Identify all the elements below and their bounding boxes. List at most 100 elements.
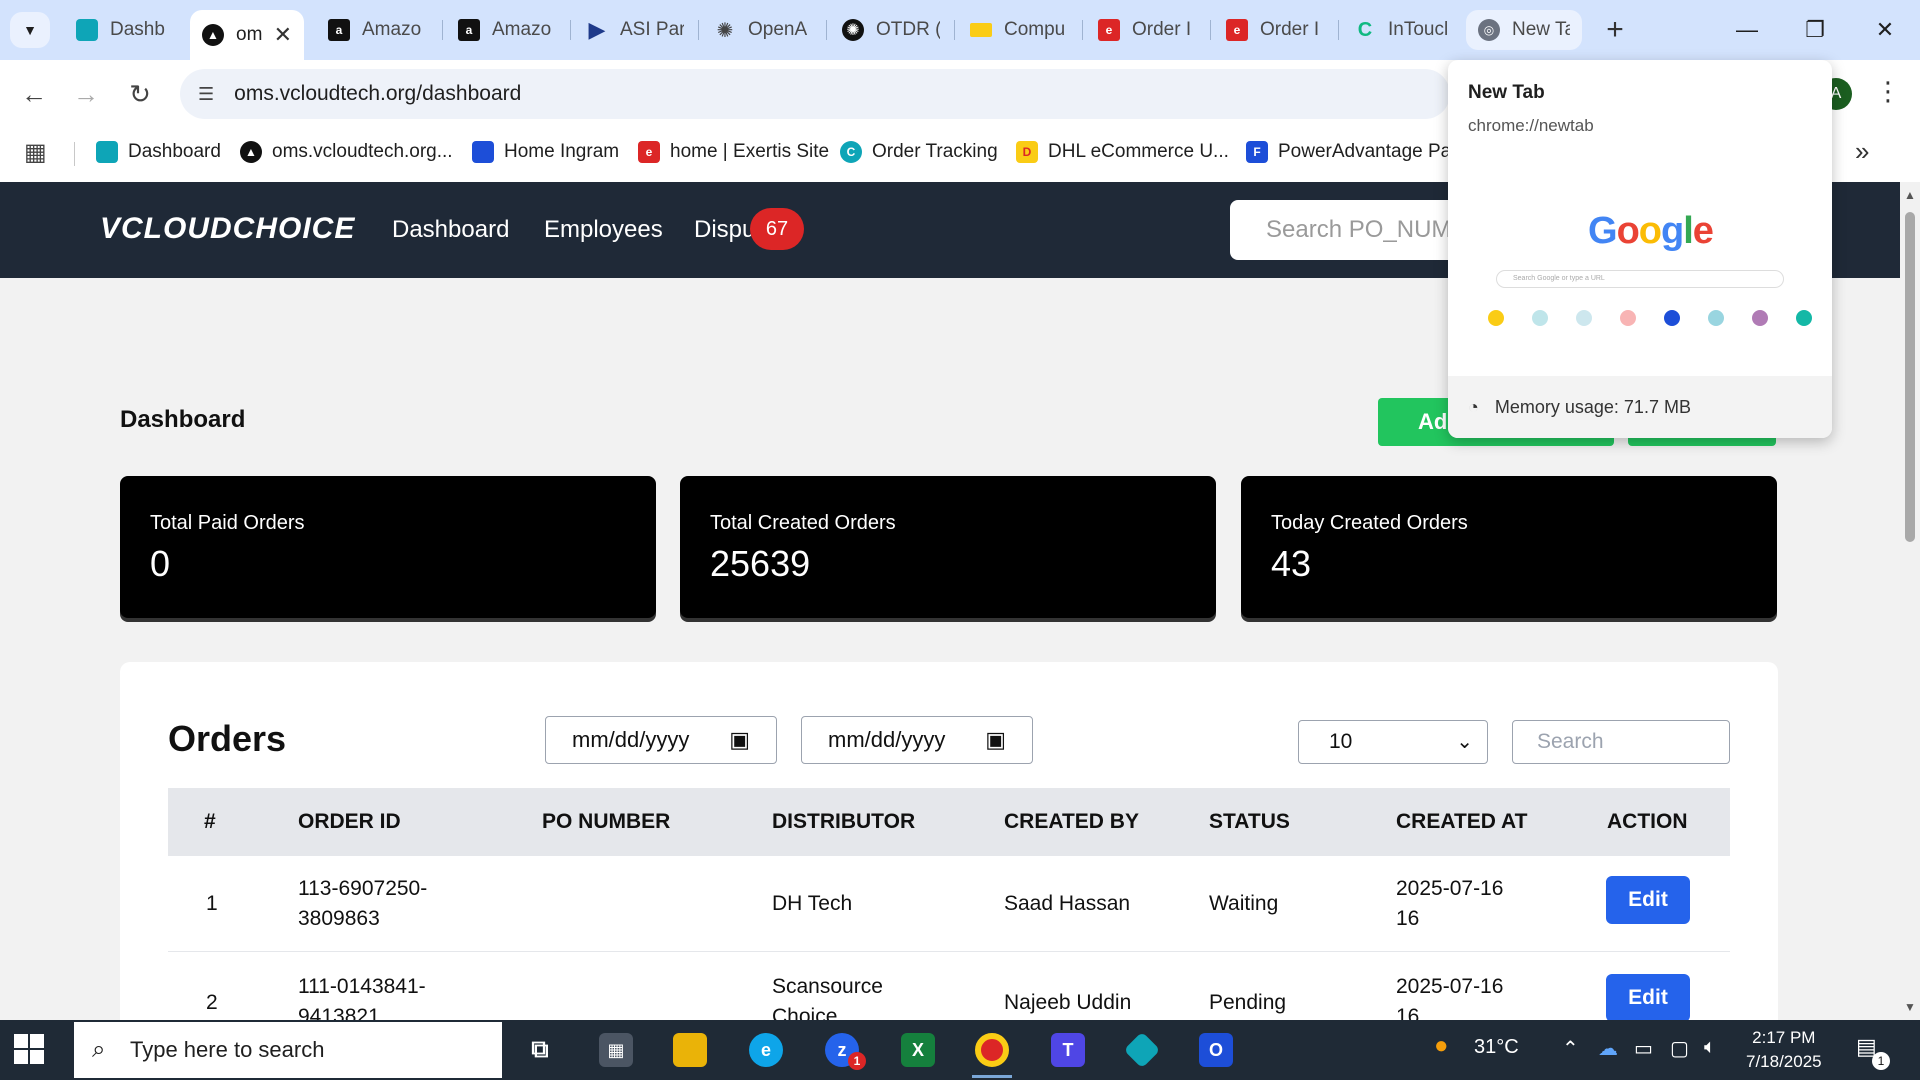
tab-title: om bbox=[236, 24, 263, 45]
scroll-down-icon[interactable]: ▼ bbox=[1904, 1000, 1916, 1014]
tab-separator bbox=[1210, 20, 1211, 40]
calendar-icon[interactable]: ▣ bbox=[985, 727, 1006, 753]
bookmark-oms[interactable]: ▲ oms.vcloudtech.org... bbox=[240, 136, 453, 168]
distributor-line: Scansource bbox=[772, 975, 883, 998]
calculator-icon: ▦ bbox=[599, 1033, 633, 1067]
tray-chevron-up-icon[interactable]: ⌃ bbox=[1562, 1036, 1579, 1061]
bookmark-label: Home Ingram bbox=[504, 141, 620, 162]
tab-order-2[interactable]: e Order I bbox=[1214, 10, 1336, 50]
tab-otdr[interactable]: ✺ OTDR ( bbox=[830, 10, 952, 50]
restore-button[interactable]: ❐ bbox=[1790, 10, 1840, 50]
tab-strip: ▼ Dashb ▲ om ✕ a Amazo a Amazo ▶ ASI Par… bbox=[0, 0, 1920, 60]
tracking-icon: C bbox=[840, 141, 862, 163]
bookmark-label: Order Tracking bbox=[872, 141, 998, 162]
new-tab-button[interactable]: + bbox=[1597, 12, 1633, 48]
nav-dashboard[interactable]: Dashboard bbox=[392, 216, 509, 244]
per-page-select[interactable]: 10 ⌄ bbox=[1298, 720, 1488, 764]
tab-new-tab[interactable]: ◎ New Ta bbox=[1466, 10, 1582, 50]
scrollbar-thumb[interactable] bbox=[1905, 212, 1915, 542]
tab-order-1[interactable]: e Order I bbox=[1086, 10, 1208, 50]
zoom-badge: 1 bbox=[848, 1052, 866, 1070]
tab-openai[interactable]: ✺ OpenA bbox=[702, 10, 824, 50]
outlook-app[interactable]: O bbox=[1192, 1026, 1240, 1074]
start-button[interactable] bbox=[14, 1034, 44, 1064]
minimize-button[interactable]: — bbox=[1722, 10, 1772, 50]
calendar-icon[interactable]: ▣ bbox=[729, 727, 750, 753]
tab-dashboard[interactable]: Dashb bbox=[64, 10, 188, 50]
ingram-icon bbox=[472, 141, 494, 163]
edit-button[interactable]: Edit bbox=[1606, 974, 1690, 1020]
nav-disputes[interactable]: Dispu bbox=[694, 216, 755, 244]
date-to-input[interactable]: mm/dd/yyyy ▣ bbox=[801, 716, 1033, 764]
calculator-app[interactable]: ▦ bbox=[592, 1026, 640, 1074]
tab-oms-active[interactable]: ▲ om ✕ bbox=[190, 10, 304, 60]
stat-card-today: Today Created Orders 43 bbox=[1241, 476, 1777, 618]
created-at-line: 16 bbox=[1396, 1005, 1420, 1020]
teams-app[interactable]: T bbox=[1044, 1026, 1092, 1074]
tab-amazon-2[interactable]: a Amazo bbox=[446, 10, 568, 50]
chrome-menu-button[interactable]: ⋮ bbox=[1875, 76, 1901, 107]
col-header: ACTION bbox=[1607, 810, 1688, 833]
search-icon: ⌕ bbox=[92, 1036, 106, 1063]
bookmark-dhl[interactable]: D DHL eCommerce U... bbox=[1016, 136, 1229, 168]
clock-date: 7/18/2025 bbox=[1746, 1052, 1822, 1071]
kebab-icon: ⋮ bbox=[1875, 76, 1901, 106]
profile-initial: A bbox=[1830, 85, 1842, 102]
created-at-line: 2025-07-16 bbox=[1396, 975, 1504, 998]
bookmarks-overflow-button[interactable]: » bbox=[1855, 136, 1869, 167]
edge-app[interactable]: e bbox=[742, 1026, 790, 1074]
nav-employees[interactable]: Employees bbox=[544, 216, 663, 244]
file-explorer-app[interactable] bbox=[666, 1026, 714, 1074]
order-id-line: 113-6907250- bbox=[298, 877, 428, 900]
distributor-line: Choice bbox=[772, 1005, 838, 1020]
site-settings-icon[interactable]: ☰ bbox=[198, 84, 214, 105]
table-search-input[interactable]: Search bbox=[1512, 720, 1730, 764]
app-diamond[interactable] bbox=[1118, 1026, 1166, 1074]
date-placeholder: mm/dd/yyyy bbox=[572, 727, 690, 752]
network-icon[interactable]: ▢ bbox=[1670, 1036, 1689, 1061]
chrome-app[interactable] bbox=[968, 1026, 1016, 1078]
hover-card-title: New Tab bbox=[1468, 82, 1545, 103]
weather-icon[interactable]: ● bbox=[1434, 1032, 1449, 1060]
edit-button[interactable]: Edit bbox=[1606, 876, 1690, 924]
bookmark-home-ingram[interactable]: Home Ingram bbox=[472, 136, 619, 168]
close-window-button[interactable]: ✕ bbox=[1860, 10, 1910, 50]
triangle-icon: ▲ bbox=[240, 141, 262, 163]
brand-logo[interactable]: VCLOUDCHOICE bbox=[100, 212, 355, 246]
shortcut-icon bbox=[1620, 310, 1636, 326]
bookmark-order-tracking[interactable]: C Order Tracking bbox=[840, 136, 998, 168]
tab-computer[interactable]: Compu bbox=[958, 10, 1080, 50]
taskbar-search-box[interactable]: ⌕ Type here to search bbox=[74, 1022, 502, 1078]
bookmark-exertis[interactable]: e home | Exertis Site bbox=[638, 136, 829, 168]
task-view-button[interactable]: ⧉ bbox=[516, 1026, 564, 1074]
temperature-text[interactable]: 31°C bbox=[1474, 1036, 1519, 1059]
tab-asi[interactable]: ▶ ASI Par bbox=[574, 10, 696, 50]
scroll-up-icon[interactable]: ▲ bbox=[1904, 188, 1916, 202]
apps-grid-icon[interactable]: ▦ bbox=[24, 138, 47, 167]
address-bar[interactable]: ☰ oms.vcloudtech.org/dashboard bbox=[180, 69, 1450, 119]
volume-icon[interactable]: 🔈︎ bbox=[1704, 1036, 1716, 1059]
tab-search-button[interactable]: ▼ bbox=[10, 12, 50, 48]
tab-separator bbox=[826, 20, 827, 40]
tab-title: Dashb bbox=[110, 19, 165, 40]
bookmark-dashboard[interactable]: Dashboard bbox=[96, 136, 221, 168]
zoom-app[interactable]: z 1 bbox=[818, 1026, 866, 1074]
created-by: Saad Hassan bbox=[1004, 892, 1131, 915]
excel-app[interactable]: X bbox=[894, 1026, 942, 1074]
bookmark-poweradvantage[interactable]: F PowerAdvantage Pa... bbox=[1246, 136, 1467, 168]
page-scrollbar[interactable]: ▲ ▼ bbox=[1900, 182, 1920, 1020]
battery-icon[interactable]: ▭ bbox=[1634, 1036, 1653, 1061]
taskbar-clock[interactable]: 2:17 PM 7/18/2025 bbox=[1746, 1026, 1822, 1074]
tab-separator bbox=[1082, 20, 1083, 40]
date-from-input[interactable]: mm/dd/yyyy ▣ bbox=[545, 716, 777, 764]
tab-amazon-1[interactable]: a Amazo bbox=[316, 10, 438, 50]
forward-button[interactable]: → bbox=[66, 74, 106, 114]
close-icon[interactable]: ✕ bbox=[274, 22, 292, 48]
exertis-icon: e bbox=[638, 141, 660, 163]
tab-intouch[interactable]: C InToucl bbox=[1342, 10, 1464, 50]
reload-button[interactable]: ↻ bbox=[120, 74, 160, 114]
shortcut-icon bbox=[1664, 310, 1680, 326]
openai-icon: ✺ bbox=[716, 19, 734, 42]
back-button[interactable]: ← bbox=[14, 74, 54, 114]
onedrive-icon[interactable]: ☁ bbox=[1598, 1036, 1618, 1061]
